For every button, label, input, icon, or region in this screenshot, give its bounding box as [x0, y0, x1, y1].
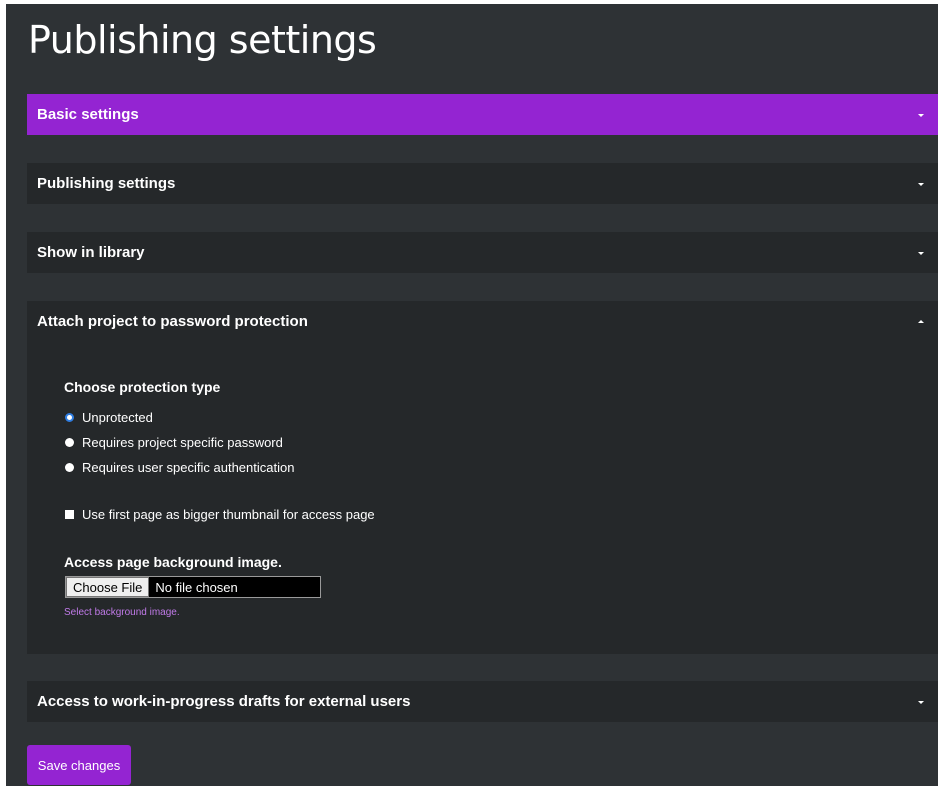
- accordion-label: Basic settings: [37, 106, 139, 123]
- chevron-down-icon: [918, 700, 924, 704]
- accordion-password-protection[interactable]: Attach project to password protection: [27, 301, 938, 342]
- checkbox-icon[interactable]: [65, 510, 74, 519]
- checkbox-label: Use first page as bigger thumbnail for a…: [82, 507, 375, 522]
- accordion-show-in-library[interactable]: Show in library: [27, 232, 938, 273]
- chevron-down-icon: [918, 113, 924, 117]
- background-image-file-input[interactable]: Choose File No file chosen: [65, 576, 321, 598]
- radio-label: Requires user specific authentication: [82, 460, 295, 475]
- accordion-label: Show in library: [37, 244, 145, 261]
- protection-type-heading: Choose protection type: [64, 379, 221, 395]
- settings-panel: Publishing settings Basic settings Publi…: [6, 4, 938, 786]
- accordion-publishing-settings[interactable]: Publishing settings: [27, 163, 938, 204]
- radio-user-authentication[interactable]: Requires user specific authentication: [65, 460, 294, 475]
- background-image-label: Access page background image.: [64, 554, 282, 570]
- accordion-label: Attach project to password protection: [37, 313, 308, 330]
- accordion-wip-drafts-access[interactable]: Access to work-in-progress drafts for ex…: [27, 681, 938, 722]
- choose-file-button[interactable]: Choose File: [66, 577, 150, 597]
- page-title: Publishing settings: [28, 18, 377, 62]
- file-status: No file chosen: [155, 579, 238, 595]
- chevron-down-icon: [918, 182, 924, 186]
- accordion-label: Access to work-in-progress drafts for ex…: [37, 693, 411, 710]
- chevron-up-icon: [918, 319, 924, 323]
- radio-icon[interactable]: [65, 438, 74, 447]
- chevron-down-icon: [918, 251, 924, 255]
- accordion-basic-settings[interactable]: Basic settings: [27, 94, 938, 135]
- radio-selected-icon[interactable]: [65, 413, 74, 422]
- background-image-hint: Select background image.: [64, 607, 180, 618]
- accordion-label: Publishing settings: [37, 175, 176, 192]
- password-protection-body: Choose protection type Unprotected Requi…: [27, 342, 938, 654]
- radio-unprotected[interactable]: Unprotected: [65, 410, 153, 425]
- radio-project-password[interactable]: Requires project specific password: [65, 435, 283, 450]
- radio-label: Requires project specific password: [82, 435, 283, 450]
- thumbnail-checkbox[interactable]: Use first page as bigger thumbnail for a…: [65, 507, 375, 522]
- radio-label: Unprotected: [82, 410, 153, 425]
- radio-icon[interactable]: [65, 463, 74, 472]
- save-changes-button[interactable]: Save changes: [27, 745, 131, 785]
